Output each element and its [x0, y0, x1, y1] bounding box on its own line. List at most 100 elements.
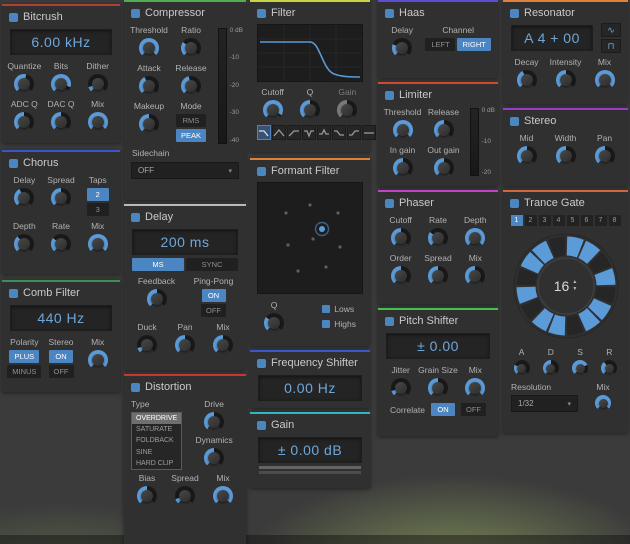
- distortion-type-item[interactable]: SATURATE: [132, 424, 181, 435]
- taps-2-button[interactable]: 2: [86, 188, 109, 201]
- delay-feedback-knob[interactable]: [146, 289, 167, 309]
- compressor-release-knob[interactable]: [181, 76, 201, 96]
- formant-q-knob[interactable]: [264, 313, 284, 333]
- distortion-spread-knob[interactable]: [175, 485, 195, 506]
- peak-icon[interactable]: [317, 125, 331, 140]
- correlate-off-button[interactable]: OFF: [460, 403, 486, 416]
- pitch-enable-checkbox[interactable]: [385, 316, 394, 326]
- sidechain-select[interactable]: OFF ▾: [131, 162, 239, 179]
- limiter-in-gain-knob[interactable]: [392, 158, 413, 178]
- limiter-release-knob[interactable]: [433, 120, 454, 140]
- pattern-step-button[interactable]: 6: [580, 215, 593, 226]
- comb-value-display[interactable]: 440 Hz: [10, 305, 112, 331]
- trance-gate-decay-knob[interactable]: [542, 360, 559, 376]
- distortion-type-item[interactable]: FOLDBACK: [132, 435, 181, 446]
- phaser-enable-checkbox[interactable]: [385, 198, 394, 208]
- pitch-value-display[interactable]: ± 0.00: [386, 333, 490, 359]
- highs-toggle[interactable]: Highs: [322, 319, 356, 329]
- distortion-type-item[interactable]: SINE: [132, 447, 181, 458]
- limiter-threshold-knob[interactable]: [392, 120, 413, 140]
- bitcrush-bits-knob[interactable]: [51, 74, 71, 94]
- chorus-spread-knob[interactable]: [51, 188, 71, 208]
- compressor-enable-checkbox[interactable]: [131, 8, 140, 18]
- stereo-width-knob[interactable]: [555, 146, 576, 166]
- freq-shifter-enable-checkbox[interactable]: [257, 358, 266, 368]
- trance-gate-release-knob[interactable]: [601, 360, 618, 376]
- formant-xy-pad[interactable]: [257, 182, 363, 294]
- filter-cutoff-knob[interactable]: [262, 100, 283, 120]
- gain-value-display[interactable]: ± 0.00 dB: [258, 437, 362, 463]
- band-pass-icon[interactable]: [272, 125, 286, 140]
- resolution-select[interactable]: 1/32 ▾: [511, 395, 578, 412]
- high-shelf-icon[interactable]: [347, 125, 361, 140]
- phaser-order-knob[interactable]: [390, 266, 411, 286]
- pitch-jitter-knob[interactable]: [390, 378, 411, 398]
- pattern-step-button[interactable]: 5: [566, 215, 579, 226]
- haas-delay-knob[interactable]: [392, 38, 413, 58]
- lows-toggle[interactable]: Lows: [322, 304, 356, 314]
- stereo-off-button[interactable]: OFF: [48, 365, 74, 378]
- trance-gate-ring[interactable]: 16 ▲ ▼: [510, 230, 622, 342]
- bitcrush-value-display[interactable]: 6.00 kHz: [10, 29, 112, 55]
- bitcrush-adc-q-knob[interactable]: [14, 112, 35, 132]
- filter-gain-knob[interactable]: [337, 100, 358, 120]
- pattern-step-button[interactable]: 3: [538, 215, 551, 226]
- distortion-enable-checkbox[interactable]: [131, 382, 140, 392]
- resonator-value-display[interactable]: A 4 + 00: [511, 25, 593, 51]
- correlate-on-button[interactable]: ON: [430, 403, 455, 416]
- pulse-wave-icon[interactable]: ⊓: [601, 39, 621, 53]
- delay-enable-checkbox[interactable]: [131, 212, 140, 222]
- stereo-on-button[interactable]: ON: [49, 350, 73, 363]
- ping-pong-off-button[interactable]: OFF: [201, 304, 226, 317]
- phaser-cutoff-knob[interactable]: [390, 228, 411, 248]
- haas-enable-checkbox[interactable]: [385, 8, 394, 18]
- resonator-intensity-knob[interactable]: [555, 70, 576, 90]
- comb-mix-knob[interactable]: [87, 350, 108, 370]
- phaser-spread-knob[interactable]: [427, 266, 448, 286]
- stereo-pan-knob[interactable]: [594, 146, 615, 166]
- channel-left-button[interactable]: LEFT: [425, 38, 456, 51]
- ms-button[interactable]: MS: [132, 258, 184, 271]
- notch-icon[interactable]: [302, 125, 316, 140]
- bitcrush-enable-checkbox[interactable]: [9, 12, 18, 22]
- ping-pong-on-button[interactable]: ON: [201, 289, 226, 302]
- stereo-enable-checkbox[interactable]: [510, 116, 519, 126]
- phaser-rate-knob[interactable]: [427, 228, 448, 248]
- delay-mix-knob[interactable]: [213, 335, 233, 355]
- distortion-drive-knob[interactable]: [204, 412, 225, 432]
- bitcrush-dac-q-knob[interactable]: [51, 112, 71, 132]
- pattern-step-button[interactable]: 2: [524, 215, 537, 226]
- comb-enable-checkbox[interactable]: [9, 288, 18, 298]
- stereo-mid-knob[interactable]: [516, 146, 537, 166]
- delay-value-display[interactable]: 200 ms: [132, 229, 238, 255]
- delay-duck-knob[interactable]: [137, 335, 157, 355]
- distortion-bias-knob[interactable]: [137, 485, 157, 506]
- chorus-delay-knob[interactable]: [14, 188, 35, 208]
- low-pass-icon[interactable]: [257, 125, 271, 140]
- freq-shifter-value-display[interactable]: 0.00 Hz: [258, 375, 362, 401]
- channel-right-button[interactable]: RIGHT: [457, 38, 491, 51]
- mode-peak-button[interactable]: PEAK: [175, 129, 206, 142]
- spinner-down-icon[interactable]: ▼: [572, 286, 577, 293]
- chorus-mix-knob[interactable]: [87, 234, 108, 254]
- compressor-threshold-knob[interactable]: [139, 38, 159, 58]
- polarity-plus-button[interactable]: PLUS: [9, 350, 40, 363]
- distortion-type-item[interactable]: HARD CLIP: [132, 458, 181, 469]
- pitch-grain-size-knob[interactable]: [427, 378, 448, 398]
- resonator-mix-knob[interactable]: [594, 70, 615, 90]
- filter-response-graph[interactable]: [257, 24, 363, 82]
- all-pass-icon[interactable]: [362, 125, 376, 140]
- pitch-mix-knob[interactable]: [465, 378, 486, 398]
- distortion-mix-knob[interactable]: [213, 485, 233, 506]
- pattern-step-button[interactable]: 8: [608, 215, 621, 226]
- taps-3-button[interactable]: 3: [86, 203, 109, 216]
- sine-wave-icon[interactable]: ∿: [601, 23, 621, 37]
- distortion-type-item[interactable]: OVERDRIVE: [132, 413, 182, 425]
- phaser-depth-knob[interactable]: [465, 228, 486, 248]
- bitcrush-mix-knob[interactable]: [87, 112, 108, 132]
- resonator-decay-knob[interactable]: [516, 70, 537, 90]
- bitcrush-quantize-knob[interactable]: [14, 74, 35, 94]
- pattern-step-button[interactable]: 1: [510, 215, 523, 226]
- filter-enable-checkbox[interactable]: [257, 8, 266, 18]
- chorus-rate-knob[interactable]: [51, 234, 71, 254]
